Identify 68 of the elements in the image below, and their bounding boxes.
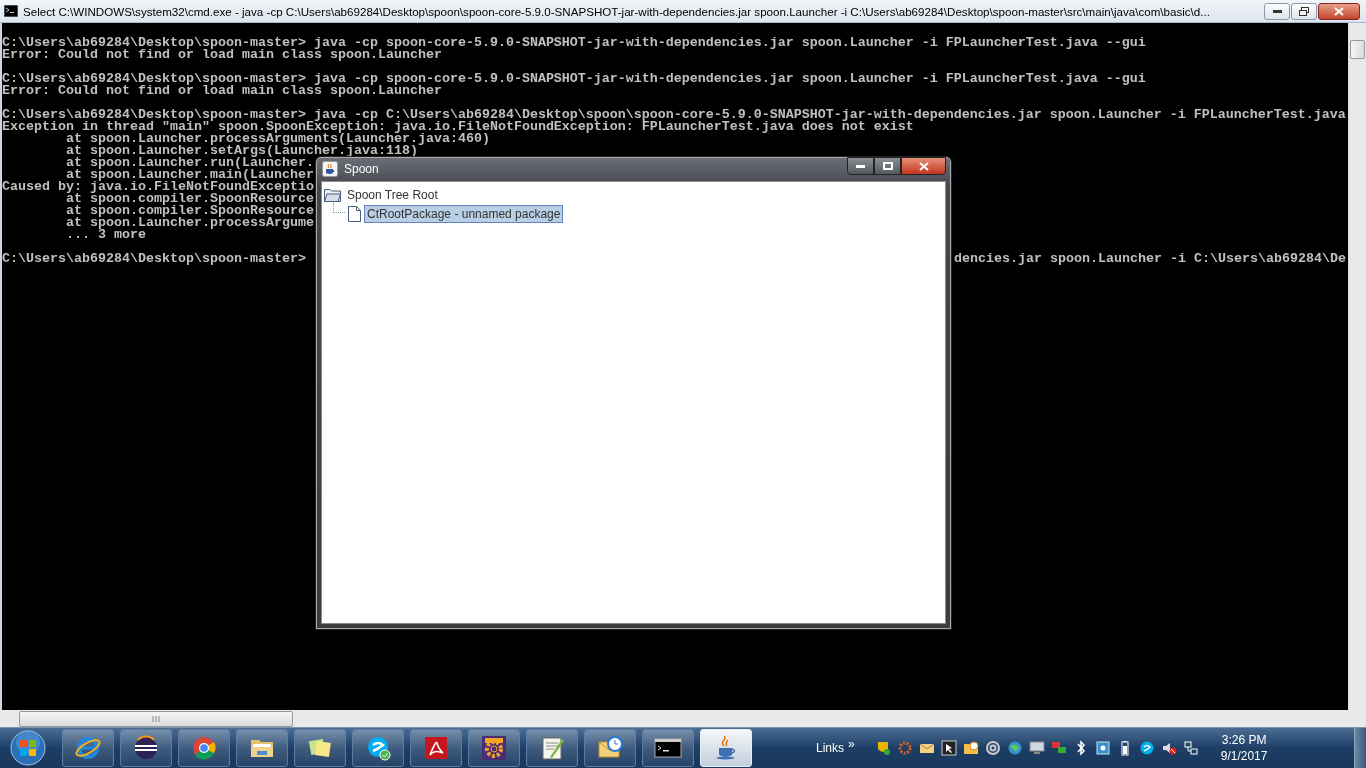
clock[interactable]: 3:26 PM 9/1/2017 [1220,733,1268,763]
console-line: dencies.jar spoon.Launcher -i C:\Users\ab69284\De [954,253,1347,265]
close-button[interactable] [1318,2,1360,20]
document-icon [348,205,361,222]
console-line: at spoon.compiler.SpoonResource [65,205,314,217]
minimize-icon [1272,9,1282,13]
striped-sphere-icon [132,734,160,762]
console-line: Error: Could not find or load main class spoon.Launcher [2,49,442,61]
taskbar-button[interactable] [294,729,346,767]
window-title: Spoon [344,162,380,176]
console-line: at spoon.compiler.SpoonResource [66,193,314,205]
gear-icon [480,734,508,762]
console-line: at spoon.Launcher.main(Launcher [66,169,314,181]
console-line: at spoon.Launcher.processArgume [65,217,314,229]
toolbar-label: Links [816,741,844,755]
clock-time: 3:26 PM [1221,733,1267,747]
maximize-button[interactable] [874,157,901,175]
console-line: C:\Users\ab69284\Desktop\spoon-master> java -cp spoon-core-5.9.0-SNAPSHOT-jar-with-dependencies.jar spoon.Launcher -i FPLauncherTest.java --gui [2,73,1146,85]
console-line: at spoon.Launcher.run(Launcher. [65,157,314,169]
cursor-icon[interactable] [940,740,957,756]
close-button[interactable] [901,157,946,175]
console-line: Caused by: java.io.FileNotFoundExceptio [2,181,314,193]
taskbar-button[interactable] [526,729,578,767]
console-line: Error: Could not find or load main class spoon.Launcher [2,85,442,97]
minimize-button[interactable] [1264,2,1290,20]
console-line: at spoon.Launcher.setArgs(Launcher.java:118) [65,145,418,157]
console-line: Exception in thread "main" spoon.SpoonException: java.io.FileNotFoundException: FPLauncherTest.java does not exist [2,121,914,133]
taskbar-button[interactable] [352,729,404,767]
swirl-document-icon [422,734,450,762]
gear-icon[interactable] [896,740,913,756]
taskbar-button[interactable] [642,729,694,767]
taskbar-button[interactable] [410,729,462,767]
window-title: Select C:\WINDOWS\system32\cmd.exe - java -cp C:\Users\ab69284\Desktop\spoon\spoon-core-5.9.0-SNAPSHOT-jar-with-dependencies.jar spoon.Launcher -i C:\Users\ab69284\Desktop\spoon-master\src\main\java\com\basic\d... [23,4,1211,18]
chat-bubble-icon[interactable] [1138,740,1155,756]
console-line: C:\Users\ab69284\Desktop\spoon-master> java -cp C:\Users\ab69284\Desktop\spoon\spoon-core-5.9.0-SNAPSHOT-jar-with-dependencies.jar spoon.Launcher -i FPLauncherTest.java [2,109,1346,121]
chevron-button[interactable]: » [848,737,855,751]
minimize-icon [856,164,865,168]
close-icon [918,161,929,171]
restore-icon [1299,6,1309,16]
terminal-icon [4,5,18,17]
vertical-scrollbar[interactable] [1348,23,1366,710]
console-line: ... 3 more [65,229,146,241]
globe-icon[interactable] [1006,740,1023,756]
speaker-icon[interactable] [1160,740,1177,756]
restore-button[interactable] [1291,2,1317,20]
console-line: C:\Users\ab69284\Desktop\spoon-master> java -cp spoon-core-5.9.0-SNAPSHOT-jar-with-dependencies.jar spoon.Launcher -i FPLauncherTest.java --gui [2,37,1146,49]
scroll-thumb[interactable] [1350,40,1365,59]
network-icon[interactable] [1182,740,1199,756]
coffee-cup-icon [322,161,338,177]
browser-icon [74,734,102,762]
taskbar-button[interactable] [236,729,288,767]
network-icon[interactable] [1050,740,1067,756]
close-icon [1334,6,1344,16]
tree-connector-line [333,203,345,213]
maximize-icon [882,162,893,170]
taskbar-button[interactable] [120,729,172,767]
minimize-button[interactable] [847,157,874,175]
console-line: C:\Users\ab69284\Desktop\spoon-master> [2,253,306,265]
monitor-icon[interactable] [1028,740,1045,756]
console-line: at spoon.Launcher.processArguments(Launcher.java:460) [66,133,490,145]
clock-date: 9/1/2017 [1220,749,1268,763]
tree-item[interactable]: CtRootPackage - unnamed package [364,204,564,223]
taskbar-button[interactable] [584,729,636,767]
show-desktop-button[interactable] [1354,728,1366,768]
color-wheel-icon [190,734,218,762]
horizontal-scrollbar[interactable] [0,710,1366,727]
tree-item[interactable]: Spoon Tree Root [344,185,441,204]
scroll-thumb[interactable] [19,710,293,727]
